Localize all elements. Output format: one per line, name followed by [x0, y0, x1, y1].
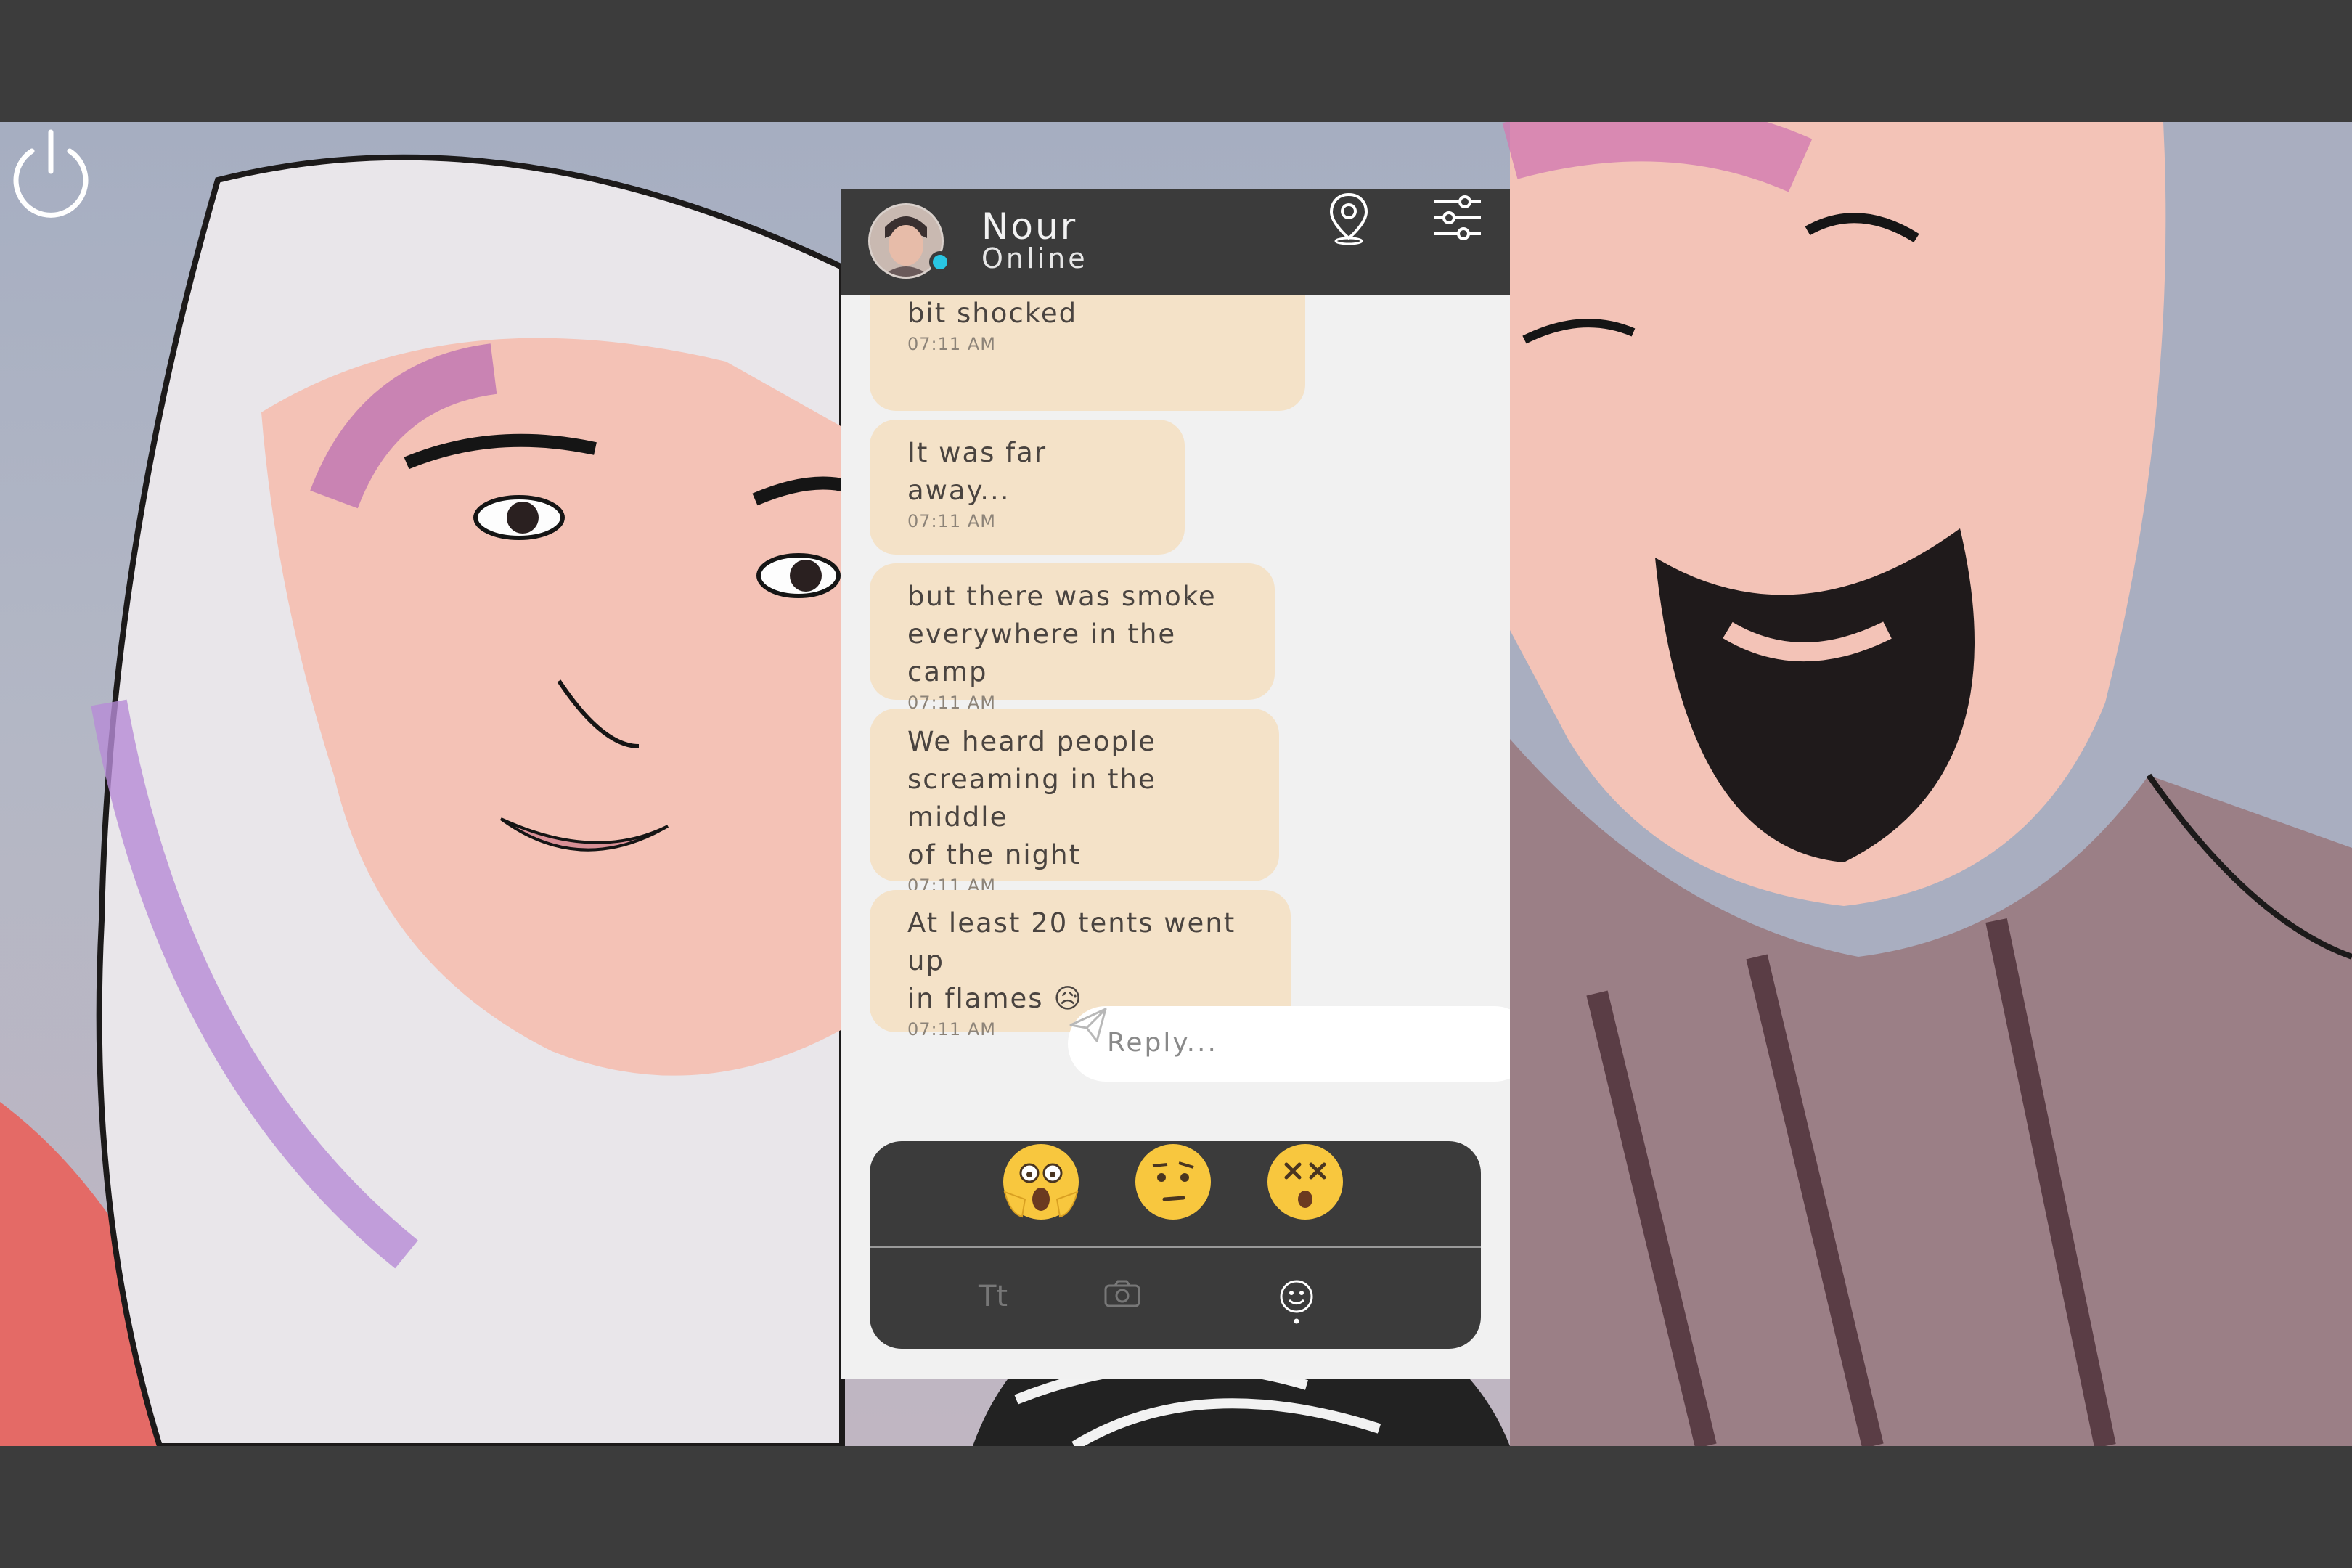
message-text: We heard people screaming in the middle …: [907, 726, 1157, 870]
contact-name: Nour: [981, 205, 1078, 248]
emoji-option-shocked[interactable]: [1000, 1141, 1082, 1222]
message-bubble: It was far away... 07:11 AM: [870, 420, 1185, 555]
message-text: It was far away...: [907, 437, 1048, 506]
sliders-icon[interactable]: [1429, 189, 1487, 247]
smiley-icon: [1280, 1280, 1313, 1324]
location-pin-icon[interactable]: [1320, 189, 1378, 247]
chat-panel: Nour Online bit shocked 07:11 AM It was …: [841, 189, 1510, 1379]
tab-camera[interactable]: [1103, 1260, 1234, 1333]
reply-placeholder: Reply...: [1107, 1028, 1218, 1058]
camera-icon: [1104, 1280, 1140, 1307]
message-text: At least 20 tents went up in flames 😥: [907, 907, 1236, 1014]
text-tab-label: Tt: [978, 1280, 1008, 1313]
chat-header: Nour Online: [841, 189, 1510, 295]
message-time: 07:11 AM: [907, 334, 996, 354]
message-bubble: We heard people screaming in the middle …: [870, 709, 1279, 896]
background-illustration: Nour Online bit shocked 07:11 AM It was …: [0, 122, 2352, 1446]
emoji-keyboard: Tt: [870, 1141, 1481, 1349]
emoji-option-dizzy[interactable]: [1265, 1141, 1346, 1222]
tab-emoji[interactable]: [1278, 1260, 1408, 1333]
online-status-dot: [929, 251, 951, 273]
keyboard-divider: [870, 1246, 1481, 1248]
message-text: bit shocked: [907, 298, 1078, 329]
message-text: but there was smoke everywhere in the ca…: [907, 581, 1217, 687]
reply-input[interactable]: Reply...: [1068, 1006, 1510, 1082]
contact-status: Online: [981, 242, 1088, 274]
message-time: 07:11 AM: [907, 511, 996, 531]
tab-text[interactable]: Tt: [928, 1260, 1058, 1333]
message-bubble: bit shocked 07:11 AM: [870, 295, 1305, 411]
power-icon[interactable]: [0, 122, 102, 224]
send-icon[interactable]: [1068, 1006, 1108, 1044]
emoji-option-skeptical[interactable]: [1132, 1141, 1214, 1222]
message-bubble: but there was smoke everywhere in the ca…: [870, 563, 1275, 713]
message-list[interactable]: bit shocked 07:11 AM It was far away... …: [841, 295, 1510, 1130]
